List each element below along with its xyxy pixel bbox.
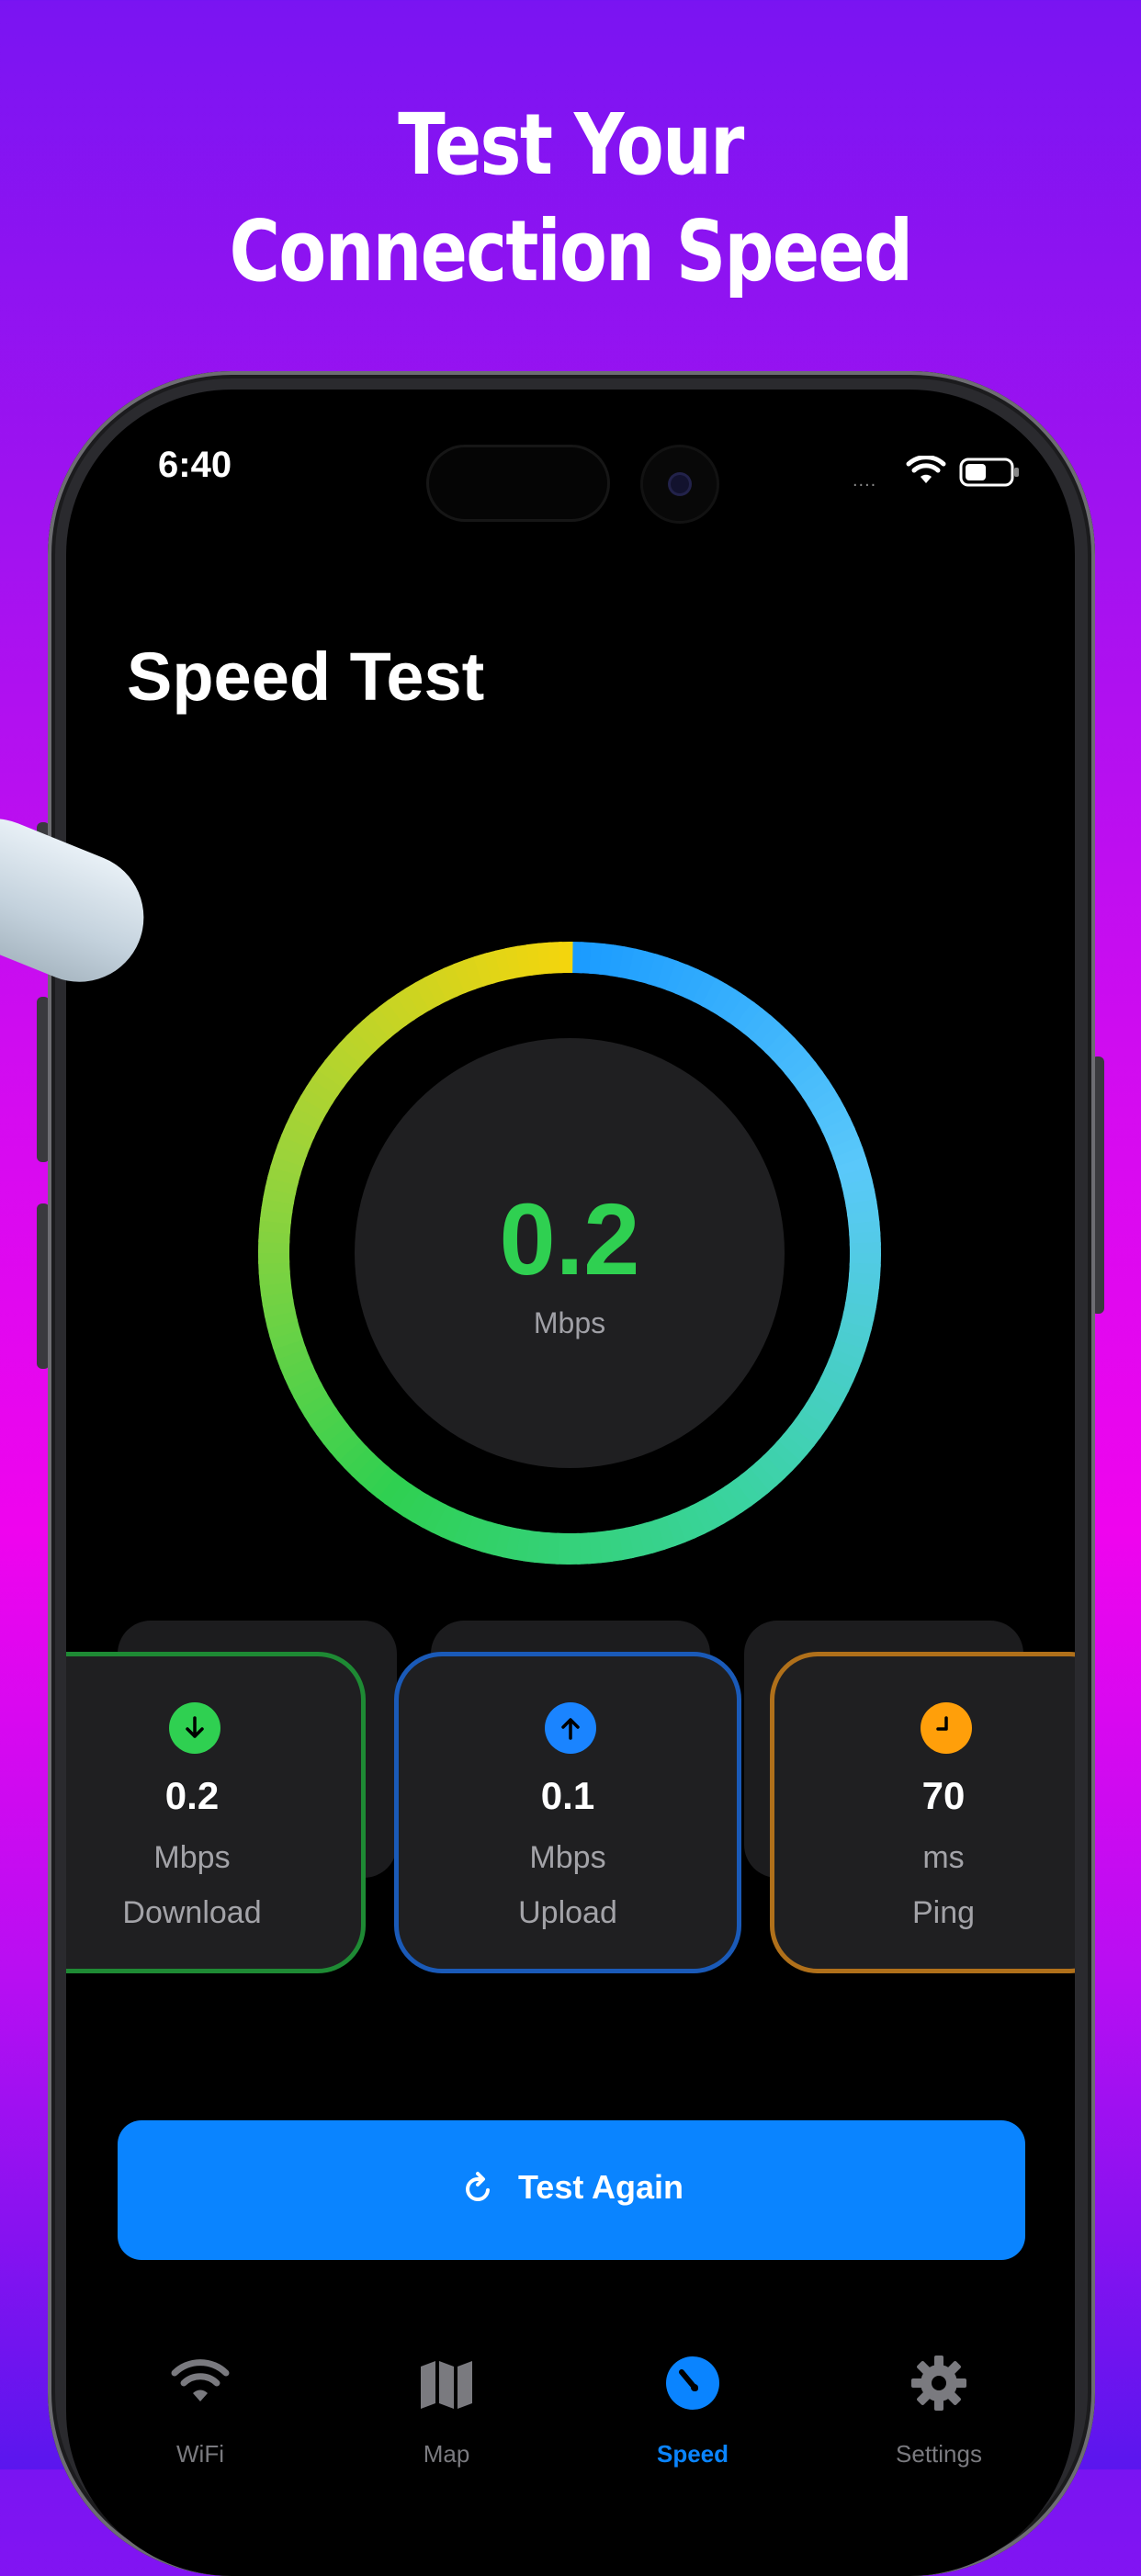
- tab-map-label: Map: [355, 2440, 538, 2469]
- upload-value: 0.1: [399, 1774, 737, 1818]
- clock-icon: [921, 1702, 972, 1754]
- tab-speed[interactable]: Speed: [601, 2346, 785, 2530]
- upload-card: 0.1 Mbps Upload: [394, 1652, 741, 1973]
- map-icon: [417, 2354, 476, 2412]
- camera-lens: [671, 475, 689, 493]
- phone-screen: 6:40 .... Speed Test 0.2 Mbps 0.2 Mbps D…: [66, 390, 1075, 2576]
- tab-wifi-label: WiFi: [108, 2440, 292, 2469]
- download-card: 0.2 Mbps Download: [66, 1652, 366, 1973]
- wifi-icon: [171, 2354, 230, 2412]
- upload-arrow-icon: [545, 1702, 596, 1754]
- ping-unit: ms: [774, 1840, 1075, 1876]
- ping-value: 70: [774, 1774, 1075, 1818]
- refresh-icon: [459, 2171, 496, 2208]
- cellular-signal-icon: ....: [853, 470, 876, 491]
- gauge-speed-value: 0.2: [257, 1181, 882, 1298]
- download-value: 0.2: [66, 1774, 361, 1818]
- tab-speed-label: Speed: [601, 2440, 785, 2469]
- ping-label: Ping: [774, 1895, 1075, 1931]
- upload-label: Upload: [399, 1895, 737, 1931]
- page-title: Speed Test: [127, 638, 484, 716]
- speedometer-icon: [663, 2354, 722, 2412]
- download-label: Download: [66, 1895, 361, 1931]
- status-time: 6:40: [158, 445, 232, 486]
- tab-settings[interactable]: Settings: [847, 2346, 1031, 2530]
- download-arrow-icon: [169, 1702, 220, 1754]
- tab-settings-label: Settings: [847, 2440, 1031, 2469]
- gauge-speed-unit: Mbps: [257, 1306, 882, 1340]
- gear-icon: [909, 2354, 968, 2412]
- download-unit: Mbps: [66, 1840, 361, 1876]
- marketing-headline: Test Your Connection Speed: [103, 92, 1038, 305]
- wifi-status-icon: [906, 456, 946, 487]
- status-indicators: ....: [853, 456, 1036, 489]
- island-sensor: [426, 445, 610, 522]
- ping-card: 70 ms Ping: [770, 1652, 1075, 1973]
- test-again-button[interactable]: Test Again: [118, 2120, 1025, 2260]
- test-again-label: Test Again: [518, 2168, 683, 2206]
- headline-line-2: Connection Speed: [103, 198, 1038, 305]
- tab-bar: WiFi Map Speed: [66, 2346, 1075, 2530]
- headline-line-1: Test Your: [103, 92, 1038, 198]
- upload-unit: Mbps: [399, 1840, 737, 1876]
- battery-icon: [959, 458, 1020, 487]
- tab-wifi[interactable]: WiFi: [108, 2346, 292, 2530]
- tab-map[interactable]: Map: [355, 2346, 538, 2530]
